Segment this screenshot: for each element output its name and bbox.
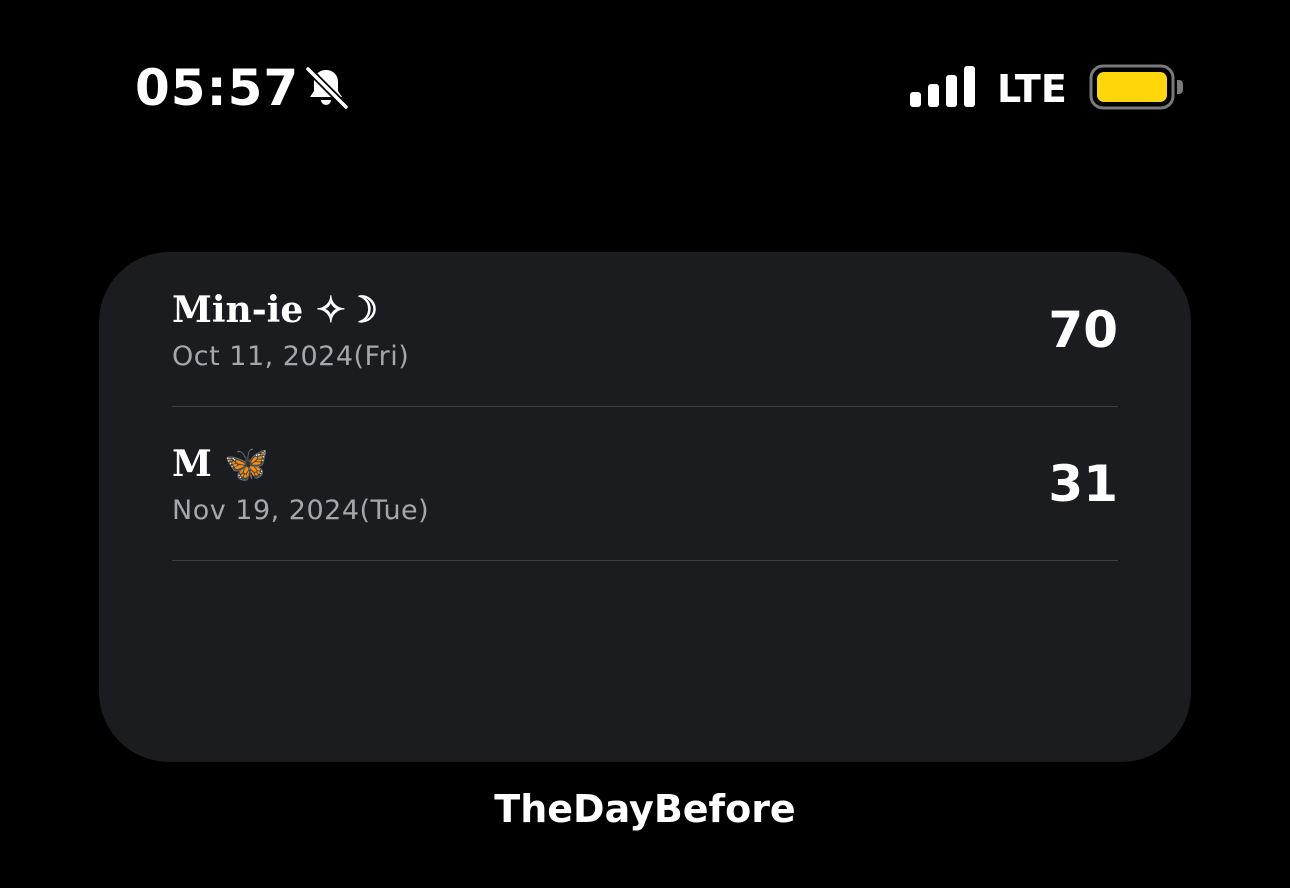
event-row-m[interactable]: M 🦋 Nov 19, 2024(Tue) 31 <box>172 406 1118 561</box>
event-row-min-ie[interactable]: Min-ie ✧☽ Oct 11, 2024(Fri) 70 <box>172 252 1118 407</box>
home-screen: 05:57 LTE Min-ie ✧☽ Oct 11, 2024(Fri) 70… <box>0 0 1290 888</box>
event-date: Nov 19, 2024(Tue) <box>172 495 430 526</box>
bell-slash-icon <box>304 65 350 111</box>
status-time: 05:57 <box>135 59 300 117</box>
event-title: M 🦋 <box>172 443 270 485</box>
signal-icon <box>910 66 975 107</box>
event-title: Min-ie ✧☽ <box>172 289 379 331</box>
event-day-count: 70 <box>1048 301 1118 359</box>
network-type: LTE <box>997 67 1067 111</box>
event-day-count: 31 <box>1048 455 1118 513</box>
event-date: Oct 11, 2024(Fri) <box>172 341 410 372</box>
day-counter-widget[interactable]: Min-ie ✧☽ Oct 11, 2024(Fri) 70 M 🦋 Nov 1… <box>99 252 1191 762</box>
battery-icon <box>1089 64 1183 110</box>
widget-app-label: TheDayBefore <box>494 787 796 831</box>
